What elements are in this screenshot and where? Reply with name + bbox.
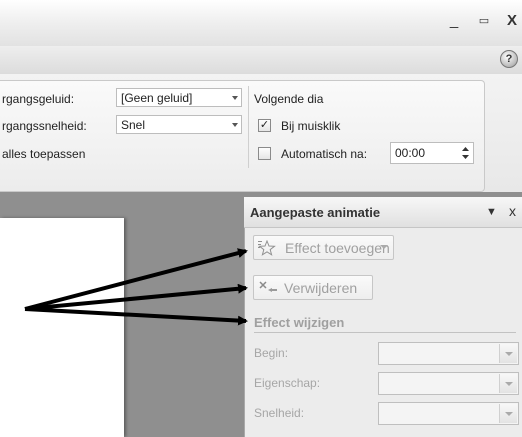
arrow-to-change-effect	[24, 307, 248, 326]
annotation-arrows	[24, 248, 248, 326]
